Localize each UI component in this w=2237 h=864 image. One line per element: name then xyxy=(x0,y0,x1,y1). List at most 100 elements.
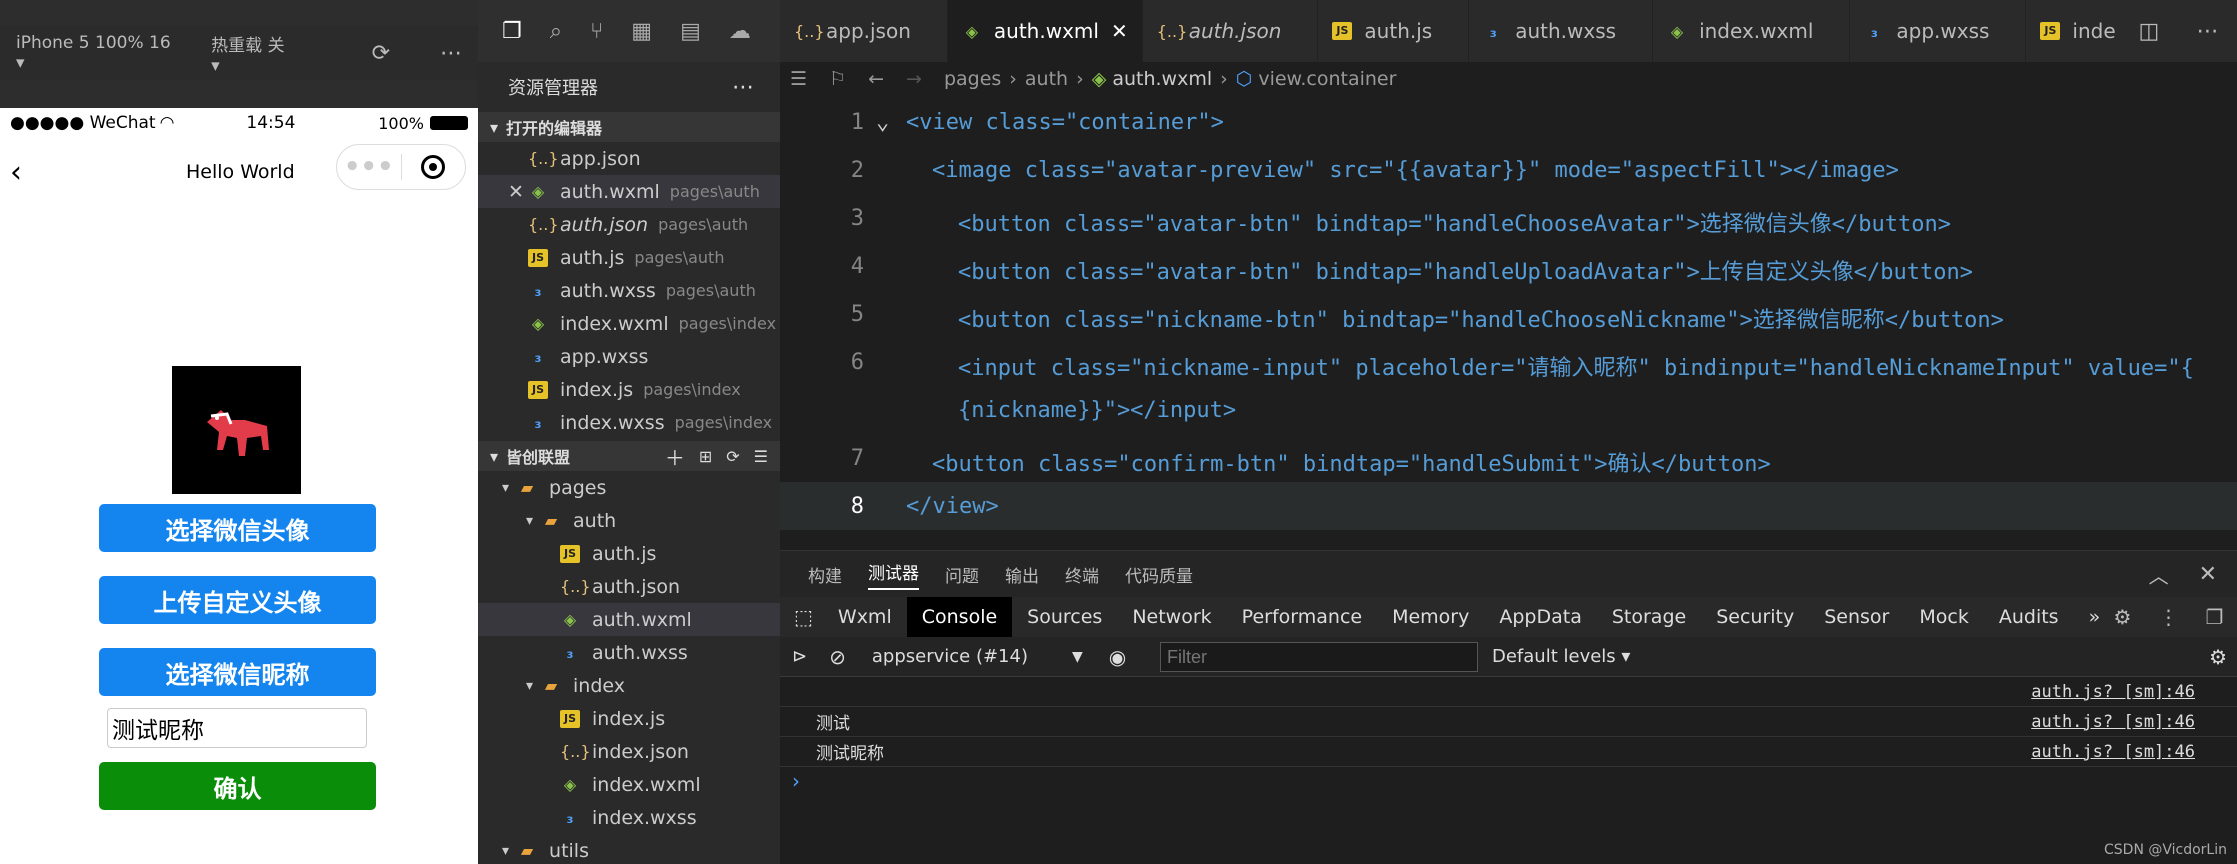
close-editor-icon[interactable]: ✕ xyxy=(508,181,524,203)
panel-tab-terminal[interactable]: 终端 xyxy=(1065,562,1099,587)
settings-gear-icon[interactable]: ⚙ xyxy=(2114,605,2132,629)
open-editor-item[interactable]: ✕ ◈ auth.wxml pages\auth xyxy=(478,175,780,208)
devtools-tab[interactable]: Network xyxy=(1117,597,1226,637)
devtools-tab[interactable]: Sources xyxy=(1012,597,1117,637)
refresh-icon[interactable]: ⟳ xyxy=(372,41,390,66)
tree-item[interactable]: ▾ ▰ utils xyxy=(478,834,780,864)
devtools-more-icon[interactable]: ⋮ xyxy=(2158,605,2178,629)
devtools-tab[interactable]: Wxml xyxy=(823,597,907,637)
breadcrumb-node[interactable]: view.container xyxy=(1258,68,1396,90)
more-icon[interactable]: ⋯ xyxy=(440,41,462,66)
panel-tab-debugger[interactable]: 测试器 xyxy=(868,559,919,590)
split-editor-icon[interactable]: ◫ xyxy=(2139,19,2160,44)
console-filter-input[interactable] xyxy=(1160,642,1478,672)
panel-tab-build[interactable]: 构建 xyxy=(808,562,842,587)
source-control-icon[interactable]: ⑂ xyxy=(590,19,603,44)
sidebar-toggle-icon[interactable]: ⊳ xyxy=(792,646,807,667)
dock-icon[interactable]: ❐ xyxy=(2206,605,2224,629)
tree-item[interactable]: ▾ ▰ pages xyxy=(478,471,780,504)
outline-icon[interactable]: ☰ xyxy=(790,68,807,90)
collapse-all-icon[interactable]: ☰ xyxy=(754,447,768,466)
forward-nav-icon[interactable]: → xyxy=(906,68,922,90)
panel-tab-output[interactable]: 输出 xyxy=(1005,562,1039,587)
devtools-tab[interactable]: Console xyxy=(906,597,1013,637)
choose-nickname-button[interactable]: 选择微信昵称 xyxy=(99,648,376,696)
context-select[interactable]: appservice (#14) xyxy=(872,646,1028,667)
devtools-tab[interactable]: Memory xyxy=(1377,597,1484,637)
bookmark-icon[interactable]: ⚐ xyxy=(829,68,846,90)
tree-item[interactable]: ▾ ▰ index xyxy=(478,669,780,702)
code-editor[interactable]: 1 ⌄ <view class="container"> 2 <image cl… xyxy=(780,98,2237,530)
open-editor-item[interactable]: ₃ app.wxss xyxy=(478,340,780,373)
docker-icon[interactable]: ☁ xyxy=(729,19,751,44)
eye-icon[interactable]: ◉ xyxy=(1109,645,1126,669)
editor-tab[interactable]: ₃ app.wxss xyxy=(1850,0,2027,62)
tree-item[interactable]: JS auth.js xyxy=(478,537,780,570)
log-source-link[interactable]: auth.js? [sm]:46 xyxy=(2031,682,2195,702)
log-source-link[interactable]: auth.js? [sm]:46 xyxy=(2031,712,2195,732)
open-editor-item[interactable]: ◈ index.wxml pages\index xyxy=(478,307,780,340)
nickname-input[interactable]: 测试昵称 xyxy=(107,708,367,748)
tree-item[interactable]: ₃ index.wxss xyxy=(478,801,780,834)
back-icon[interactable]: ‹ xyxy=(10,155,22,190)
console-prompt[interactable]: › xyxy=(792,769,800,793)
editor-tab[interactable]: ◈ index.wxml xyxy=(1653,0,1851,62)
open-editor-item[interactable]: ₃ index.wxss pages\index xyxy=(478,406,780,439)
devtools-tab[interactable]: Mock xyxy=(1904,597,1983,637)
panel-close-icon[interactable]: ✕ xyxy=(2199,562,2217,587)
capsule-close-icon[interactable] xyxy=(402,155,466,179)
open-editor-item[interactable]: {..} app.json xyxy=(478,142,780,175)
breadcrumb-auth[interactable]: auth xyxy=(1025,68,1068,90)
chevron-down-icon[interactable]: ▾ xyxy=(526,513,533,529)
open-editors-header[interactable]: ▾ 打开的编辑器 xyxy=(478,112,780,142)
layout-icon[interactable]: ▤ xyxy=(680,19,701,44)
search-icon[interactable]: ⌕ xyxy=(550,19,562,44)
tree-item[interactable]: {..} auth.json xyxy=(478,570,780,603)
confirm-button[interactable]: 确认 xyxy=(99,762,376,810)
devtools-tab[interactable]: Security xyxy=(1701,597,1809,637)
editor-tab[interactable]: ₃ auth.wxss xyxy=(1469,0,1654,62)
editor-tab[interactable]: {..} app.json xyxy=(780,0,948,62)
log-source-link[interactable]: auth.js? [sm]:46 xyxy=(2031,742,2195,762)
new-folder-icon[interactable]: ⊞ xyxy=(699,447,712,466)
editor-tab[interactable]: ◈ auth.wxml ✕ xyxy=(947,0,1143,62)
new-file-icon[interactable]: ＋ xyxy=(665,442,685,471)
capsule-more-icon[interactable]: ••• xyxy=(337,152,401,182)
files-icon[interactable]: ❐ xyxy=(502,19,522,44)
context-chevron-icon[interactable]: ▼ xyxy=(1072,649,1083,665)
inspect-icon[interactable]: ⬚ xyxy=(794,605,813,629)
tree-item[interactable]: ▾ ▰ auth xyxy=(478,504,780,537)
open-editor-item[interactable]: {..} auth.json pages\auth xyxy=(478,208,780,241)
open-editor-item[interactable]: ₃ auth.wxss pages\auth xyxy=(478,274,780,307)
back-nav-icon[interactable]: ← xyxy=(868,68,884,90)
devtools-tab[interactable]: Performance xyxy=(1227,597,1377,637)
chevron-down-icon[interactable]: ▾ xyxy=(502,480,509,496)
devtools-tab[interactable]: Storage xyxy=(1597,597,1701,637)
breadcrumb-pages[interactable]: pages xyxy=(944,68,1001,90)
devtools-tab[interactable]: AppData xyxy=(1484,597,1597,637)
tree-item[interactable]: JS index.js xyxy=(478,702,780,735)
panel-maximize-icon[interactable]: ︿ xyxy=(2149,560,2169,589)
console-settings-icon[interactable]: ⚙ xyxy=(2209,645,2227,669)
upload-avatar-button[interactable]: 上传自定义头像 xyxy=(99,576,376,624)
tree-item[interactable]: ◈ auth.wxml xyxy=(478,603,780,636)
panel-tab-quality[interactable]: 代码质量 xyxy=(1125,562,1193,587)
project-header[interactable]: ▾ 皆创联盟 ＋ ⊞ ⟳ ☰ xyxy=(478,441,780,471)
clear-console-icon[interactable]: ⊘ xyxy=(829,645,846,669)
editor-more-icon[interactable]: ⋯ xyxy=(2196,19,2218,44)
log-levels-select[interactable]: Default levels ▾ xyxy=(1492,646,1630,667)
chevron-down-icon[interactable]: ▾ xyxy=(526,678,533,694)
editor-tab[interactable]: {..} auth.json xyxy=(1143,0,1319,62)
breadcrumb-file[interactable]: auth.wxml xyxy=(1112,68,1212,90)
open-editor-item[interactable]: JS index.js pages\index xyxy=(478,373,780,406)
tree-item[interactable]: ₃ auth.wxss xyxy=(478,636,780,669)
devtools-tab[interactable]: Audits xyxy=(1984,597,2074,637)
device-select[interactable]: iPhone 5 100% 16 ▾ xyxy=(16,33,171,73)
hot-reload-toggle[interactable]: 热重载 关 ▾ xyxy=(211,31,291,76)
choose-avatar-button[interactable]: 选择微信头像 xyxy=(99,504,376,552)
devtools-tab[interactable]: Sensor xyxy=(1809,597,1904,637)
open-editor-item[interactable]: JS auth.js pages\auth xyxy=(478,241,780,274)
panel-tab-problems[interactable]: 问题 xyxy=(945,562,979,587)
refresh-explorer-icon[interactable]: ⟳ xyxy=(726,447,739,466)
tree-item[interactable]: ◈ index.wxml xyxy=(478,768,780,801)
